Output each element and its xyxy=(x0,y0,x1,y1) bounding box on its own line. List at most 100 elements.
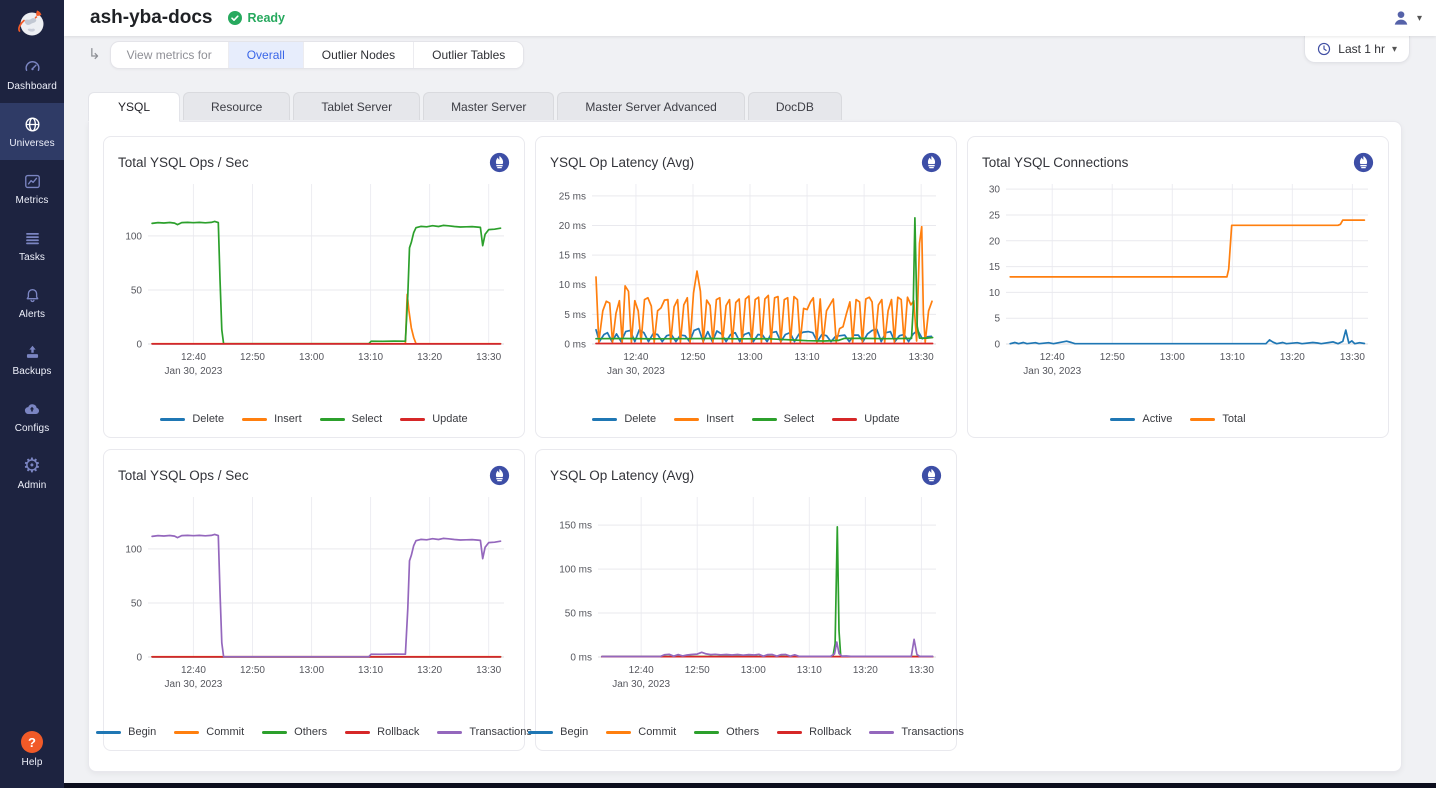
tasks-list-icon xyxy=(23,228,42,248)
svg-text:13:00: 13:00 xyxy=(299,665,324,676)
legend-item-begin[interactable]: Begin xyxy=(96,726,156,738)
svg-text:100: 100 xyxy=(125,231,142,242)
legend-item-active[interactable]: Active xyxy=(1110,413,1172,425)
dashboard-gauge-icon xyxy=(23,57,42,77)
legend-item-others[interactable]: Others xyxy=(262,726,327,738)
sidebar-item-admin[interactable]: ⚙ Admin xyxy=(0,445,64,502)
bottom-dark-strip xyxy=(64,783,1436,788)
chart-plot-area[interactable]: 12:40Jan 30, 202312:5013:0013:1013:2013:… xyxy=(550,489,944,695)
chart-title: YSQL Op Latency (Avg) xyxy=(550,155,694,170)
user-menu[interactable]: ▾ xyxy=(1391,8,1422,28)
svg-text:150 ms: 150 ms xyxy=(559,521,592,532)
legend-item-delete[interactable]: Delete xyxy=(160,413,224,425)
universe-globe-icon xyxy=(23,114,42,134)
user-icon xyxy=(1391,8,1411,28)
legend-label: Select xyxy=(784,413,815,425)
svg-text:12:50: 12:50 xyxy=(1100,352,1125,363)
chart-legend: Delete Insert Select Update xyxy=(550,413,942,427)
chart-panel-ysql-op-latency-transactions: YSQL Op Latency (Avg) 12:40 Jan 30, 2023 1… xyxy=(535,449,957,751)
sidebar-item-tasks[interactable]: Tasks xyxy=(0,217,64,274)
sidebar-item-metrics[interactable]: Metrics xyxy=(0,160,64,217)
legend-item-select[interactable]: Select xyxy=(752,413,815,425)
admin-gear-icon: ⚙ xyxy=(23,456,41,476)
svg-text:10 ms: 10 ms xyxy=(559,280,586,291)
chart-plot-area[interactable]: 12:40Jan 30, 202312:5013:0013:1013:2013:… xyxy=(118,176,512,382)
legend-item-rollback[interactable]: Rollback xyxy=(777,726,851,738)
scope-outlier-nodes[interactable]: Outlier Nodes xyxy=(303,42,413,68)
legend-label: Transactions xyxy=(469,726,532,738)
sidebar-item-help[interactable]: ? Help xyxy=(0,721,64,778)
svg-text:50: 50 xyxy=(131,598,143,609)
legend-item-commit[interactable]: Commit xyxy=(174,726,244,738)
prometheus-icon[interactable] xyxy=(489,152,510,173)
sidebar-item-label: Admin xyxy=(18,480,47,491)
chart-plot-area[interactable]: 12:40Jan 30, 202312:5013:0013:1013:2013:… xyxy=(982,176,1376,382)
time-range-picker[interactable]: Last 1 hr ▾ xyxy=(1304,36,1410,63)
yugabyte-logo[interactable] xyxy=(0,0,64,46)
svg-text:12:40: 12:40 xyxy=(629,665,654,676)
prometheus-icon[interactable] xyxy=(921,465,942,486)
legend-swatch xyxy=(320,418,345,421)
legend-swatch xyxy=(832,418,857,421)
sidebar-item-alerts[interactable]: Alerts xyxy=(0,274,64,331)
legend-item-transactions[interactable]: Transactions xyxy=(869,726,964,738)
legend-item-insert[interactable]: Insert xyxy=(674,413,734,425)
planet-rocket-icon xyxy=(15,6,49,40)
legend-item-rollback[interactable]: Rollback xyxy=(345,726,419,738)
legend-item-others[interactable]: Others xyxy=(694,726,759,738)
legend-item-begin[interactable]: Begin xyxy=(528,726,588,738)
svg-text:13:10: 13:10 xyxy=(358,665,383,676)
sidebar-item-configs[interactable]: Configs xyxy=(0,388,64,445)
legend-item-commit[interactable]: Commit xyxy=(606,726,676,738)
tab-tablet-server[interactable]: Tablet Server xyxy=(293,92,420,120)
prometheus-icon[interactable] xyxy=(1353,152,1374,173)
svg-text:13:20: 13:20 xyxy=(1280,352,1305,363)
tab-resource[interactable]: Resource xyxy=(183,92,290,120)
sidebar-item-label: Universes xyxy=(9,138,54,149)
svg-text:12:40: 12:40 xyxy=(623,352,648,363)
svg-text:50: 50 xyxy=(131,285,143,296)
legend-item-select[interactable]: Select xyxy=(320,413,383,425)
svg-text:5 ms: 5 ms xyxy=(564,310,586,321)
tab-ysql[interactable]: YSQL xyxy=(88,92,180,122)
legend-item-delete[interactable]: Delete xyxy=(592,413,656,425)
legend-swatch xyxy=(674,418,699,421)
sidebar-item-label: Dashboard xyxy=(7,81,57,92)
configs-cloud-icon xyxy=(22,399,42,419)
scope-overall[interactable]: Overall xyxy=(228,42,303,68)
metric-tabs: YSQL Resource Tablet Server Master Serve… xyxy=(88,92,1402,121)
sidebar-item-dashboard[interactable]: Dashboard xyxy=(0,46,64,103)
scope-outlier-tables[interactable]: Outlier Tables xyxy=(413,42,523,68)
prometheus-icon[interactable] xyxy=(489,465,510,486)
svg-text:13:20: 13:20 xyxy=(853,665,878,676)
legend-swatch xyxy=(160,418,185,421)
legend-swatch xyxy=(96,731,121,734)
svg-text:0: 0 xyxy=(994,340,1000,351)
svg-text:5: 5 xyxy=(994,314,1000,325)
legend-item-transactions[interactable]: Transactions xyxy=(437,726,532,738)
chart-panel-total-ysql-ops-transactions: Total YSQL Ops / Sec 12:40Jan 30, 202312… xyxy=(103,449,525,751)
backups-upload-icon xyxy=(23,342,42,362)
legend-item-update[interactable]: Update xyxy=(832,413,899,425)
tab-master-server-advanced[interactable]: Master Server Advanced xyxy=(557,92,744,120)
svg-text:15: 15 xyxy=(989,262,1001,273)
chart-plot-area[interactable]: 12:40Jan 30, 202312:5013:0013:1013:2013:… xyxy=(118,489,512,695)
tab-master-server[interactable]: Master Server xyxy=(423,92,554,120)
sidebar-item-backups[interactable]: Backups xyxy=(0,331,64,388)
caret-down-icon: ▾ xyxy=(1392,44,1397,55)
chart-plot-area[interactable]: 12:40Jan 30, 202312:5013:0013:1013:2013:… xyxy=(550,176,944,382)
chart-title: YSQL Op Latency (Avg) xyxy=(550,468,694,483)
svg-text:13:30: 13:30 xyxy=(476,352,501,363)
scope-selector-label: View metrics for xyxy=(111,42,228,68)
legend-item-insert[interactable]: Insert xyxy=(242,413,302,425)
legend-item-update[interactable]: Update xyxy=(400,413,467,425)
prometheus-icon[interactable] xyxy=(921,152,942,173)
tab-docdb[interactable]: DocDB xyxy=(748,92,842,120)
sidebar-item-universes[interactable]: Universes xyxy=(0,103,64,160)
chart-title: Total YSQL Ops / Sec xyxy=(118,468,249,483)
legend-label: Insert xyxy=(274,413,302,425)
help-question-icon: ? xyxy=(21,731,43,753)
svg-text:Jan 30, 2023: Jan 30, 2023 xyxy=(612,679,670,690)
scope-selector: View metrics for Overall Outlier Nodes O… xyxy=(110,41,525,69)
legend-item-total[interactable]: Total xyxy=(1190,413,1245,425)
